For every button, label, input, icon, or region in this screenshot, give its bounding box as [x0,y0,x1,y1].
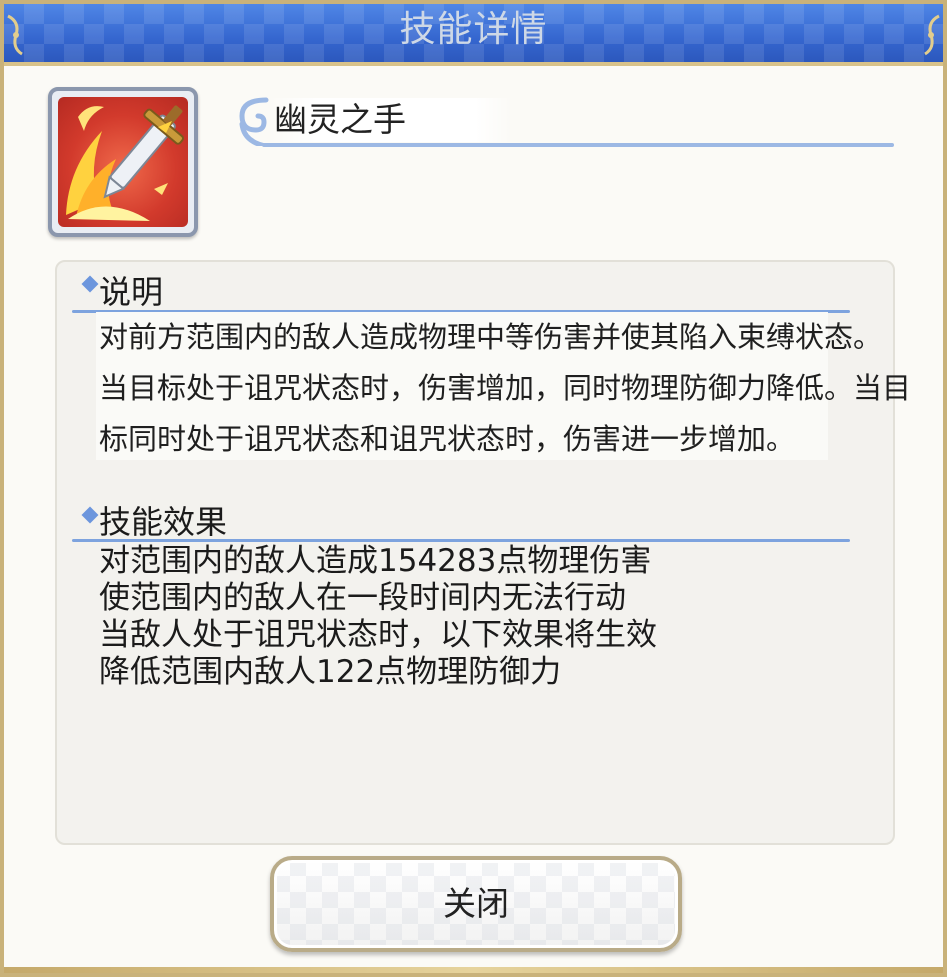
dialog-header: 技能详情 [4,4,943,66]
effect-item: 降低范围内敌人122点物理防御力 [99,654,562,690]
scroll-swirl-icon [239,97,269,146]
right-ornament-icon [924,14,940,56]
close-button[interactable]: 关闭 [270,856,682,952]
effect-item: 使范围内的敌人在一段时间内无法行动 [99,580,626,616]
effect-item: 当敌人处于诅咒状态时，以下效果将生效 [99,617,657,653]
ghost-hand-skill-icon [48,87,198,237]
description-line: 标同时处于诅咒状态和诅咒状态时，伤害进一步增加。 [99,422,796,456]
description-heading: 说明 [99,273,164,311]
effects-heading: 技能效果 [99,503,228,541]
skill-name-underline [262,143,894,147]
description-line: 当目标处于诅咒状态时，伤害增加，同时物理防御力降低。当目 [99,371,912,405]
effects-divider [72,539,850,542]
skill-name: 幽灵之手 [274,100,406,139]
close-button-label: 关闭 [443,884,509,923]
dialog-title: 技能详情 [399,9,548,50]
skill-detail-dialog: 技能详情 幽灵之手 说明 对前方范围内的敌人造成物理中等伤害并使其陷入束缚状态。… [0,0,947,977]
description-line: 对前方范围内的敌人造成物理中等伤害并使其陷入束缚状态。 [99,320,883,354]
skill-name-banner: 幽灵之手 [232,92,894,152]
description-text: 对前方范围内的敌人造成物理中等伤害并使其陷入束缚状态。 当目标处于诅咒状态时，伤… [99,312,947,465]
effect-item: 对范围内的敌人造成154283点物理伤害 [99,543,652,579]
effects-list: 对范围内的敌人造成154283点物理伤害 使范围内的敌人在一段时间内无法行动 当… [99,543,879,691]
dialog-bottom-border [4,967,943,973]
